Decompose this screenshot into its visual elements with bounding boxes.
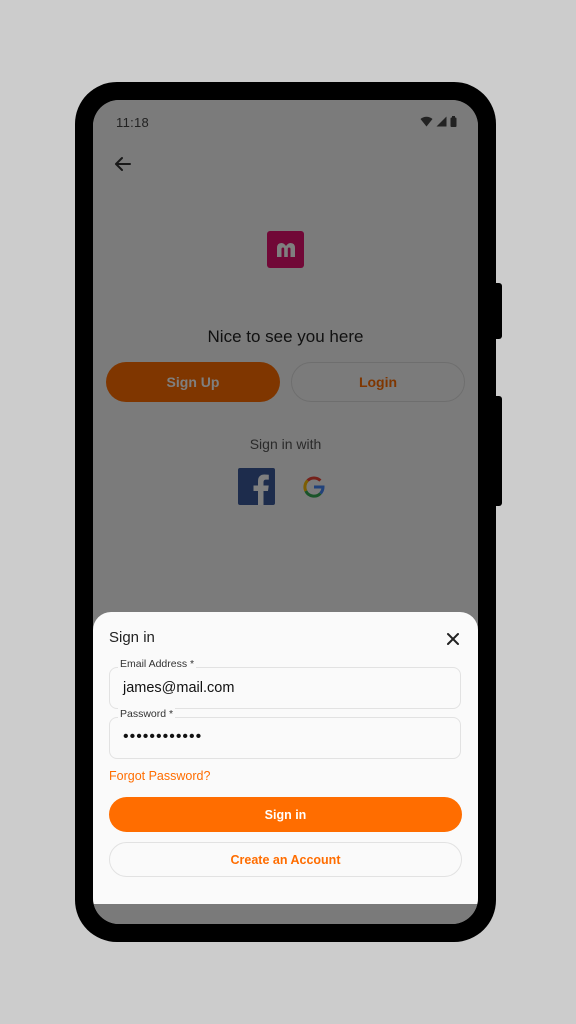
close-icon[interactable]	[443, 629, 463, 649]
forgot-password-link[interactable]: Forgot Password?	[109, 769, 210, 783]
email-field[interactable]: Email Address * james@mail.com	[109, 658, 461, 709]
sign-in-sheet: Sign in Email Address * james@mail.com P…	[93, 612, 478, 904]
password-field[interactable]: Password * ••••••••••••	[109, 708, 461, 759]
phone-frame: 11:18 Nice to see you here Sign Up Login…	[75, 82, 496, 942]
email-label: Email Address *	[118, 658, 197, 670]
volume-button	[494, 283, 502, 339]
password-value[interactable]: ••••••••••••	[123, 728, 202, 746]
password-label: Password *	[118, 708, 176, 720]
email-value[interactable]: james@mail.com	[123, 680, 234, 696]
navigation-bar	[93, 904, 478, 924]
create-account-button[interactable]: Create an Account	[109, 842, 462, 877]
sheet-title: Sign in	[109, 629, 155, 646]
power-button	[494, 396, 502, 506]
sign-in-button[interactable]: Sign in	[109, 797, 462, 832]
app-screen: 11:18 Nice to see you here Sign Up Login…	[93, 100, 478, 924]
